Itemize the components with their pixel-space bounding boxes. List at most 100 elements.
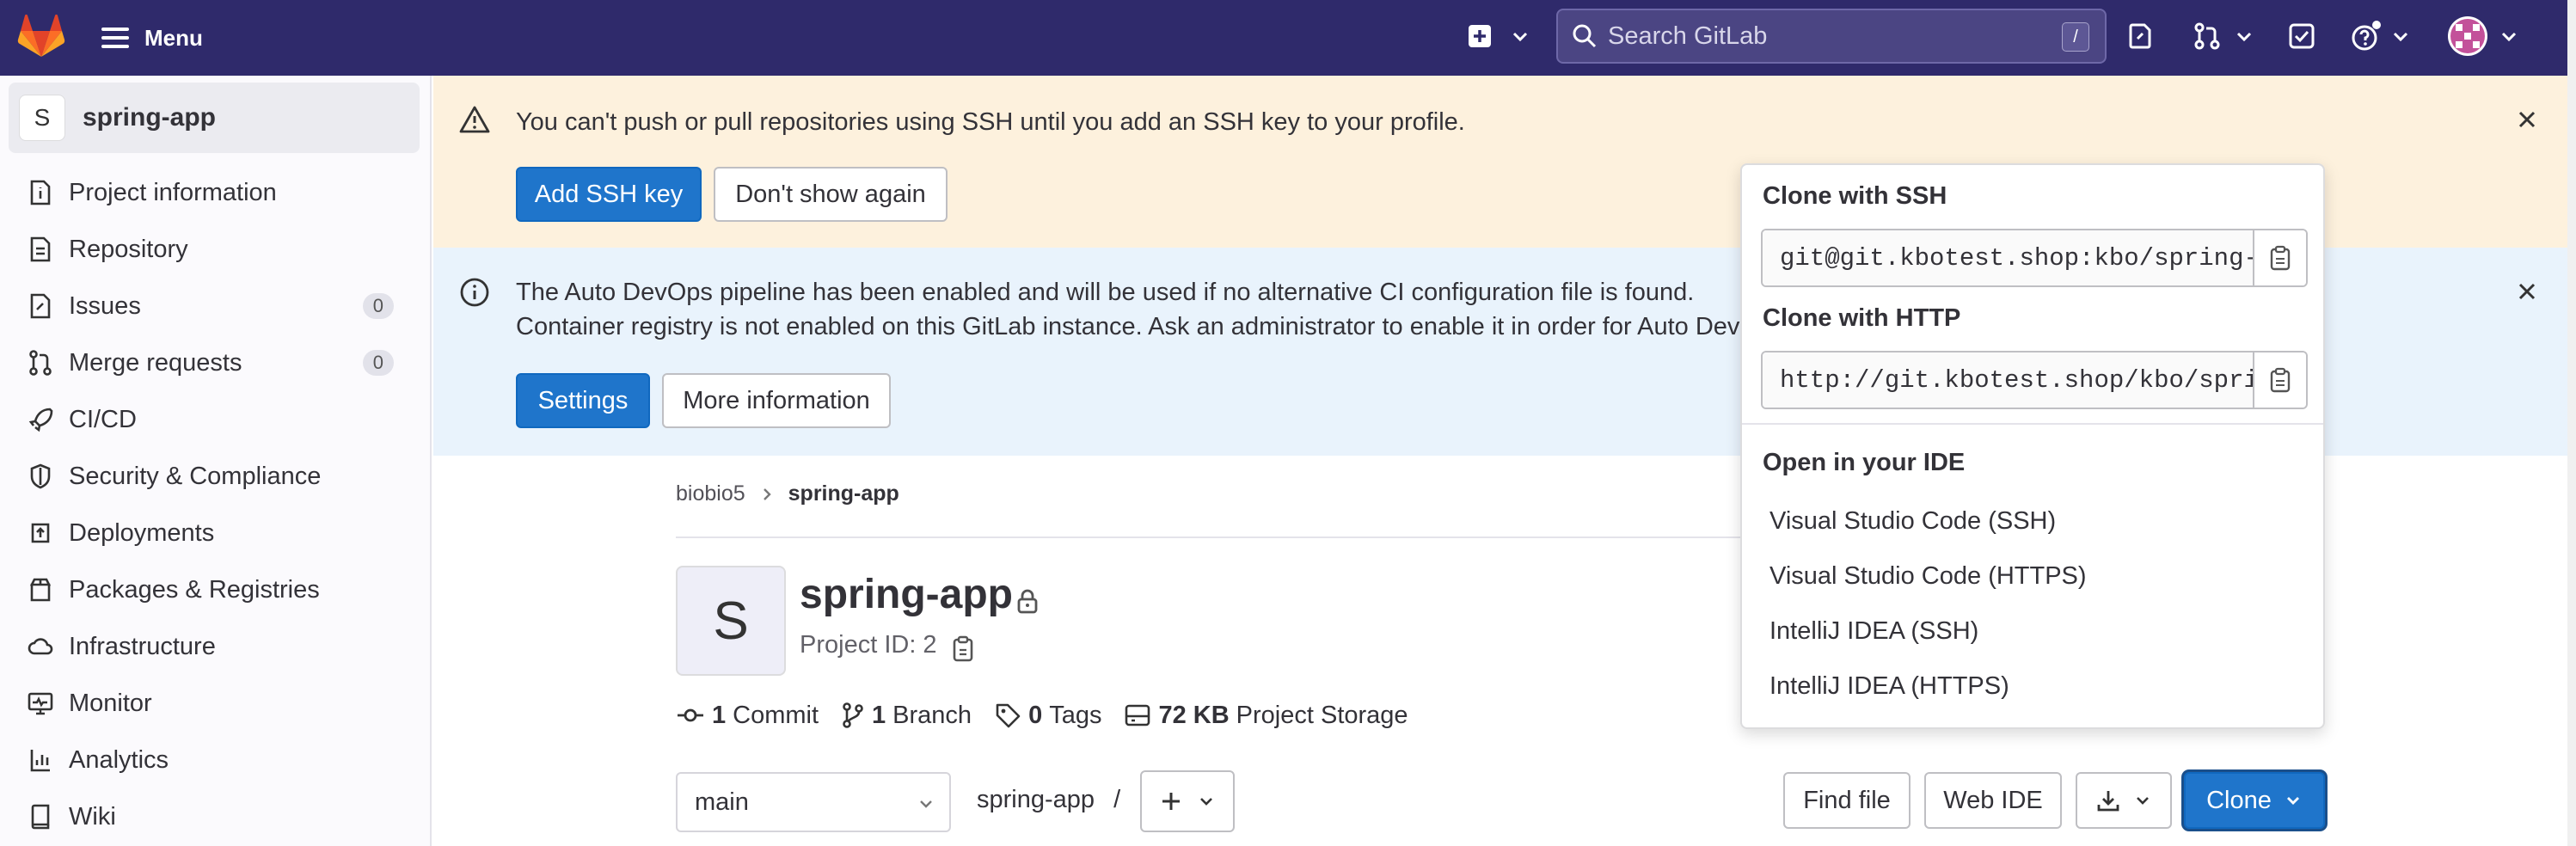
shield-icon <box>26 462 55 491</box>
close-icon[interactable] <box>2514 107 2540 132</box>
branches-count: 1 <box>872 701 886 729</box>
sidebar-item-merge-requests[interactable]: Merge requests 0 <box>9 339 420 387</box>
add-to-tree-button[interactable] <box>1140 770 1235 832</box>
copy-http-button[interactable] <box>2253 352 2306 408</box>
sidebar-project-name: spring-app <box>83 103 216 132</box>
sidebar-item-wiki[interactable]: Wiki <box>9 793 420 841</box>
tags-stat[interactable]: 0 Tags <box>994 702 1101 730</box>
chevron-down-icon <box>2236 32 2252 42</box>
sidebar-item-packages-registries[interactable]: Packages & Registries <box>9 566 420 614</box>
download-button[interactable] <box>2076 772 2172 829</box>
clone-http-url-input[interactable] <box>1763 352 2253 408</box>
tag-icon <box>996 703 1021 728</box>
add-ssh-key-button[interactable]: Add SSH key <box>516 167 702 222</box>
clone-dropdown: Clone with SSH Clone with HTTP Open in y… <box>1740 163 2325 729</box>
search-input[interactable] <box>1608 21 2055 51</box>
breadcrumb-parent[interactable]: biobio5 <box>676 481 745 506</box>
breadcrumb: biobio5 spring-app <box>676 481 899 506</box>
open-in-ide-label: Open in your IDE <box>1763 449 1966 476</box>
page-scrollbar[interactable] <box>2567 0 2576 846</box>
sidebar-item-label: Project information <box>69 178 277 206</box>
warning-icon <box>459 106 490 133</box>
issues-count-badge: 0 <box>362 293 394 319</box>
repo-path-name[interactable]: spring-app <box>977 786 1095 813</box>
ide-option-intellij-ssh[interactable]: IntelliJ IDEA (SSH) <box>1769 617 1978 646</box>
sidebar-item-analytics[interactable]: Analytics <box>9 736 420 784</box>
storage-icon <box>1125 704 1150 726</box>
sidebar-item-issues[interactable]: Issues 0 <box>9 282 420 330</box>
sidebar-item-monitor[interactable]: Monitor <box>9 679 420 727</box>
ide-option-vscode-https[interactable]: Visual Studio Code (HTTPS) <box>1769 562 2087 591</box>
user-menu-button[interactable] <box>2447 16 2519 56</box>
sidebar-item-label: Packages & Registries <box>69 575 320 604</box>
sidebar-project-header[interactable]: S spring-app <box>9 83 420 153</box>
copy-icon <box>2270 367 2291 393</box>
web-ide-button[interactable]: Web IDE <box>1924 772 2062 829</box>
sidebar-item-label: Security & Compliance <box>69 462 322 490</box>
commits-label: Commit <box>733 701 819 729</box>
sidebar-item-label: Monitor <box>69 689 152 717</box>
storage-size: 72 KB <box>1158 701 1230 729</box>
branch-icon <box>843 702 863 728</box>
clone-http-field <box>1761 351 2308 409</box>
project-id: Project ID: 2 <box>800 631 937 659</box>
download-icon <box>2097 791 2119 812</box>
copy-ssh-button[interactable] <box>2253 230 2306 285</box>
plus-icon <box>1162 793 1180 810</box>
package-icon <box>26 575 55 604</box>
copy-icon[interactable] <box>951 634 975 662</box>
sidebar-item-label: Deployments <box>69 518 215 547</box>
breadcrumb-current[interactable]: spring-app <box>788 481 899 506</box>
find-file-button[interactable]: Find file <box>1783 772 1911 829</box>
cloud-icon <box>26 632 55 661</box>
todos-nav-button[interactable] <box>2287 17 2316 55</box>
plus-square-icon <box>1469 25 1491 47</box>
project-avatar: S <box>19 95 65 141</box>
menu-label: Menu <box>144 24 203 51</box>
ide-option-intellij-https[interactable]: IntelliJ IDEA (HTTPS) <box>1769 672 2009 701</box>
issues-icon <box>2129 23 2151 49</box>
close-icon[interactable] <box>2514 279 2540 304</box>
chevron-right-icon <box>763 487 771 500</box>
merge-requests-count-badge: 0 <box>362 350 394 376</box>
merge-requests-nav-button[interactable] <box>2193 17 2254 55</box>
clone-ssh-url-input[interactable] <box>1763 230 2253 285</box>
sidebar-item-ci-cd[interactable]: CI/CD <box>9 395 420 444</box>
sidebar-item-deployments[interactable]: Deployments <box>9 509 420 557</box>
gitlab-logo-icon[interactable] <box>17 12 65 58</box>
deployments-icon <box>26 518 55 548</box>
top-navbar: Menu / <box>0 0 2567 76</box>
repo-path-separator: / <box>1113 786 1121 813</box>
more-information-button[interactable]: More information <box>662 373 891 428</box>
sidebar-item-label: Analytics <box>69 745 169 774</box>
help-nav-button[interactable] <box>2351 17 2411 55</box>
menu-button[interactable]: Menu <box>101 19 203 57</box>
page-title: spring-app <box>800 572 1013 617</box>
clone-button[interactable]: Clone <box>2184 772 2325 829</box>
search-bar[interactable]: / <box>1556 9 2107 64</box>
tags-count: 0 <box>1028 701 1043 729</box>
dont-show-again-button[interactable]: Don't show again <box>714 167 948 222</box>
commits-stat[interactable]: 1 Commit <box>676 702 819 730</box>
issues-icon <box>26 291 55 321</box>
ide-option-vscode-ssh[interactable]: Visual Studio Code (SSH) <box>1769 507 2056 536</box>
sidebar-item-security-compliance[interactable]: Security & Compliance <box>9 452 420 500</box>
chevron-down-icon <box>1200 798 1212 806</box>
chevron-down-icon <box>1512 32 1528 42</box>
branch-selector[interactable]: main <box>676 772 951 832</box>
info-icon <box>460 278 489 307</box>
sidebar-item-label: Wiki <box>69 802 116 831</box>
branch-name: main <box>695 788 749 816</box>
sidebar-item-repository[interactable]: Repository <box>9 225 420 273</box>
settings-button[interactable]: Settings <box>516 373 650 428</box>
dropdown-divider <box>1742 423 2323 425</box>
sidebar-item-infrastructure[interactable]: Infrastructure <box>9 622 420 671</box>
issues-nav-button[interactable] <box>2125 17 2155 55</box>
sidebar-item-label: Issues <box>69 291 141 320</box>
chevron-down-icon <box>2286 797 2299 805</box>
sidebar-item-project-information[interactable]: Project information <box>9 169 420 217</box>
search-shortcut-key: / <box>2062 22 2089 52</box>
project-sidebar: S spring-app Project information Reposit… <box>0 76 432 846</box>
create-new-button[interactable] <box>1467 17 1530 55</box>
branches-stat[interactable]: 1 Branch <box>841 702 972 730</box>
